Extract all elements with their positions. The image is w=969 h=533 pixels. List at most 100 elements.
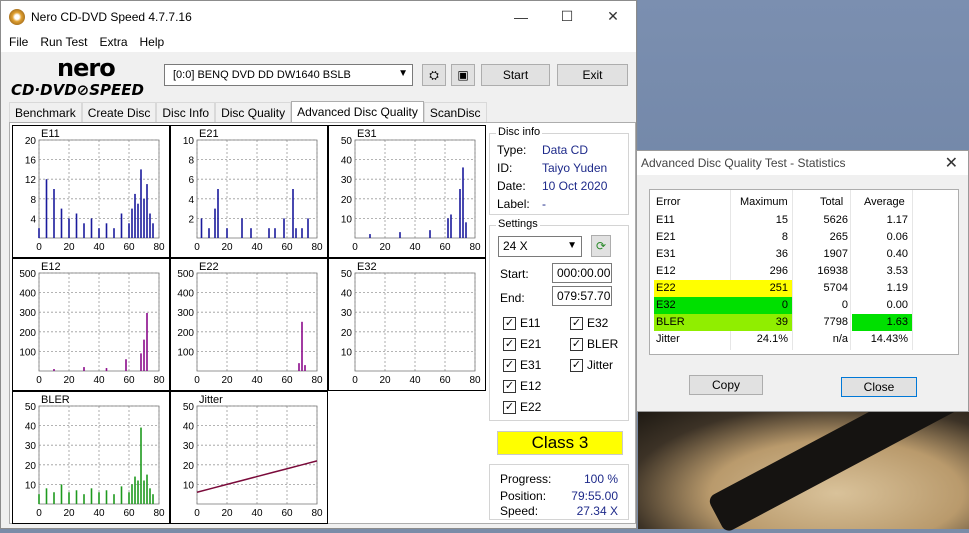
check-jitter[interactable]: ✓ Jitter [570,358,613,372]
menu-bar: File Run Test Extra Help [1,32,636,52]
x-tick-label: 80 [469,375,481,386]
table-cell: 1.17 [886,214,908,226]
refresh-speed-button[interactable]: ⟳ [591,235,611,257]
x-tick-label: 0 [36,508,42,519]
type-label: Type: [497,143,527,157]
menu-file[interactable]: File [3,35,34,49]
statistics-dialog: Advanced Disc Quality Test - Statistics … [636,150,969,412]
check-e22[interactable]: ✓ E22 [503,400,541,414]
y-tick-label: 200 [19,328,36,339]
y-tick-label: 10 [25,480,37,491]
check-bler[interactable]: ✓ BLER [570,337,618,351]
maximize-button[interactable]: ☐ [544,1,590,32]
x-tick-label: 20 [221,375,233,386]
progress-value: 100 % [583,472,618,486]
table-cell: 3.53 [886,265,908,277]
table-cell: 8 [781,231,788,243]
minimize-button[interactable]: — [498,1,544,32]
x-tick-label: 80 [311,375,323,386]
table-cell: 1.19 [886,282,908,294]
table-cell: E12 [656,265,676,277]
y-tick-label: 40 [341,289,353,300]
menu-run-test[interactable]: Run Test [34,35,93,49]
dialog-title-bar[interactable]: Advanced Disc Quality Test - Statistics [637,151,968,175]
y-tick-label: 100 [177,347,194,358]
chart-e21: E21 0 20 40 60 80 2 4 6 8 10 [170,125,328,258]
chart-plot: 0 20 40 60 80 10 20 30 40 50 [183,402,323,519]
table-row: E11 15 5626 1.17 [650,212,960,229]
y-tick-label: 12 [25,175,37,186]
table-row: BLER 39 7798 1.63 [650,314,960,331]
save-button[interactable]: ▣ [451,64,475,86]
check-e12[interactable]: ✓ E12 [503,379,541,393]
x-tick-label: 40 [251,242,263,253]
check-e31[interactable]: ✓ E31 [503,358,541,372]
close-button[interactable]: ✕ [590,1,636,32]
x-tick-label: 40 [251,375,263,386]
x-tick-label: 60 [123,242,135,253]
table-cell: 296 [769,265,788,277]
menu-extra[interactable]: Extra [93,35,133,49]
x-tick-label: 40 [93,242,105,253]
chart-e11: E11 0 20 40 60 80 4 8 12 16 20 [12,125,170,258]
y-tick-label: 10 [183,136,195,147]
table-row: E22 251 5704 1.19 [650,280,960,297]
y-tick-label: 40 [341,156,353,167]
x-tick-label: 40 [93,508,105,519]
chevron-down-icon: ▼ [398,68,408,79]
dialog-close-icon[interactable]: ✕ [945,153,958,173]
tab-create-disc[interactable]: Create Disc [81,102,157,123]
chart-e12: E12 0 20 40 60 80 100 200 300 400 500 [12,258,170,391]
progress-label: Progress: [500,472,552,486]
tab-disc-quality[interactable]: Disc Quality [215,102,292,123]
x-tick-label: 40 [251,508,263,519]
tab-disc-info[interactable]: Disc Info [156,102,216,123]
dialog-close-button[interactable]: Close [841,377,917,397]
tab-scandisc[interactable]: ScanDisc [423,102,487,123]
x-tick-label: 60 [281,375,293,386]
y-tick-label: 2 [188,214,194,225]
y-tick-label: 8 [188,156,194,167]
menu-help[interactable]: Help [134,35,171,49]
title-bar[interactable]: Nero CD-DVD Speed 4.7.7.16 — ☐ ✕ [1,1,636,32]
table-cell: Jitter [656,333,680,345]
y-tick-label: 40 [25,422,37,433]
tab-advanced-disc-quality[interactable]: Advanced Disc Quality [291,101,424,123]
charts-grid: E11 0 20 40 60 80 4 8 12 16 20 E21 0 20 40 60 80 2 4 6 8 10 … [12,125,487,525]
x-tick-label: 20 [63,508,75,519]
check-e21[interactable]: ✓ E21 [503,337,541,351]
x-tick-label: 60 [439,242,451,253]
start-input[interactable]: 000:00.00 [552,263,612,283]
speed-select[interactable]: 24 X ▼ [498,236,582,257]
drive-info-button[interactable]: ⛭ [422,64,446,86]
y-tick-label: 30 [341,308,353,319]
end-input[interactable]: 079:57.70 [552,286,612,306]
table-cell: 7798 [823,316,848,328]
table-cell: 36 [775,248,788,260]
x-tick-label: 40 [409,242,421,253]
y-tick-label: 8 [30,195,36,206]
y-tick-label: 4 [188,195,194,206]
x-tick-label: 0 [352,375,358,386]
table-row: Jitter 24.1% n/a 14.43% [650,331,960,348]
exit-button[interactable]: Exit [557,64,628,86]
chart-bler: BLER 0 20 40 60 80 10 20 30 40 50 [12,391,170,524]
id-value: Taiyo Yuden [542,161,608,175]
y-tick-label: 400 [19,289,36,300]
disc-info-heading: Disc info [496,126,543,138]
table-cell: E31 [656,248,676,260]
tab-benchmark[interactable]: Benchmark [9,102,82,123]
table-row: E12 296 16938 3.53 [650,263,960,280]
chart-plot: 0 20 40 60 80 10 20 30 40 50 [341,136,481,253]
table-cell: 16938 [817,265,848,277]
check-e32[interactable]: ✓ E32 [570,316,608,330]
drive-select[interactable]: [0:0] BENQ DVD DD DW1640 BSLB ▼ [164,64,413,86]
y-tick-label: 10 [341,214,353,225]
copy-button[interactable]: Copy [689,375,763,395]
table-row: E31 36 1907 0.40 [650,246,960,263]
table-cell: 5626 [823,214,848,226]
y-tick-label: 500 [177,269,194,280]
table-cell: E11 [656,214,675,226]
check-e11[interactable]: ✓ E11 [503,316,540,330]
start-button[interactable]: Start [481,64,550,86]
